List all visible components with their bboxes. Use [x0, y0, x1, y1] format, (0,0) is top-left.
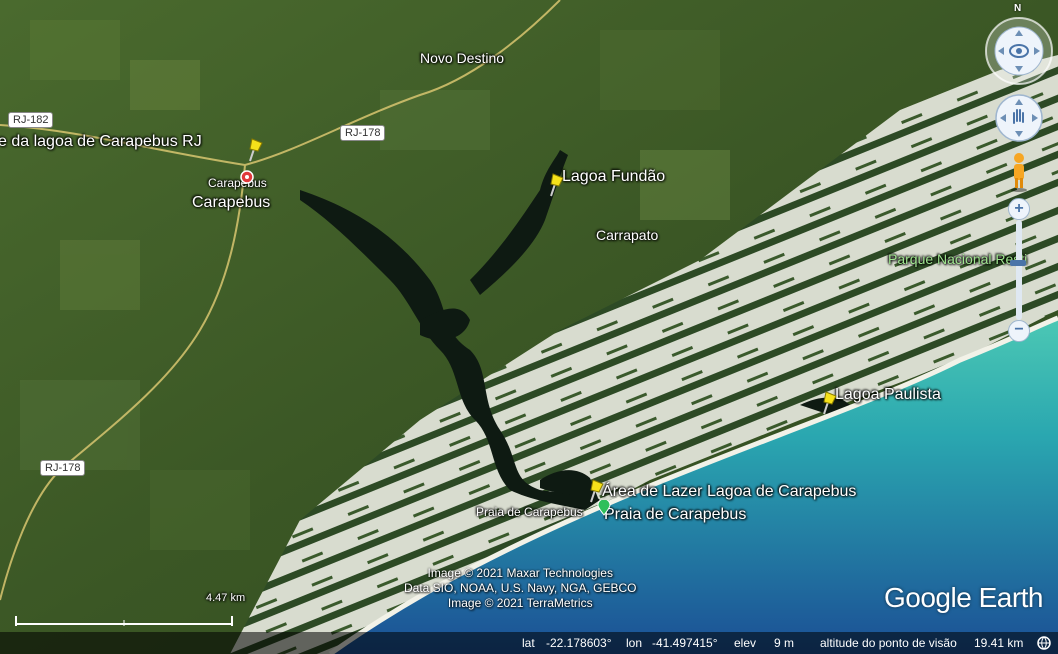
- credit-line-2: Data SIO, NOAA, U.S. Navy, NGA, GEBCO: [404, 581, 637, 595]
- zoom-out-button[interactable]: −: [1008, 320, 1030, 342]
- altitude-label: altitude do ponto de visão: [820, 636, 957, 650]
- move-joystick-icon[interactable]: [994, 93, 1044, 143]
- label-carapebus-town: Carapebus: [192, 194, 271, 211]
- label-praia-small: Praia de Carapebus: [476, 505, 583, 519]
- scale-label: 4.47 km: [206, 592, 246, 604]
- pushpin-icon[interactable]: [818, 390, 840, 416]
- compass-north-label: N: [1014, 3, 1022, 14]
- label-carrapato: Carrapato: [596, 227, 659, 243]
- zoom-in-button[interactable]: +: [1008, 198, 1030, 220]
- street-view-person-icon[interactable]: [1008, 152, 1030, 192]
- zoom-thumb[interactable]: [1010, 260, 1026, 266]
- altitude-value: 19.41 km: [974, 636, 1024, 650]
- label-praia-carapebus[interactable]: Praia de Carapebus: [604, 506, 746, 524]
- look-joystick-icon[interactable]: [984, 6, 1054, 86]
- road-shield-rj182: RJ-182: [8, 112, 54, 128]
- label-novo-destino: Novo Destino: [420, 50, 505, 66]
- credit-line-1: Image © 2021 Maxar Technologies: [427, 566, 613, 580]
- label-lagoa-paulista[interactable]: Lagoa Paulista: [835, 386, 941, 404]
- elev-label: elev: [734, 636, 757, 650]
- google-earth-logo: Google Earth: [884, 582, 1044, 613]
- pushpin-icon[interactable]: [244, 137, 266, 163]
- label-parque-nacional: Parque Nacional Resti: [888, 251, 1028, 267]
- status-bar: lat -22.178603° lon -41.497415° elev 9 m…: [0, 632, 1058, 654]
- zoom-slider[interactable]: + −: [1008, 198, 1030, 344]
- label-area-lazer[interactable]: Área de Lazer Lagoa de Carapebus: [602, 483, 856, 501]
- map-viewport[interactable]: RJ-182 RJ-178 RJ-178 Novo Destino e da l…: [0, 0, 1058, 654]
- road-shield-rj178-top: RJ-178: [340, 125, 386, 141]
- town-marker-icon[interactable]: [240, 170, 254, 184]
- lat-value: -22.178603°: [546, 636, 612, 650]
- streaming-indicator-icon: [1037, 636, 1051, 650]
- label-lagoa-carapebus-rj[interactable]: e da lagoa de Carapebus RJ: [0, 133, 202, 151]
- credit-line-3: Image © 2021 TerraMetrics: [447, 596, 593, 610]
- zoom-track[interactable]: [1016, 220, 1022, 320]
- lon-value: -41.497415°: [652, 636, 718, 650]
- elev-value: 9 m: [774, 636, 795, 650]
- label-lagoa-fundao[interactable]: Lagoa Fundão: [562, 168, 665, 186]
- satellite-imagery: [0, 0, 1058, 654]
- pushpin-icon[interactable]: [545, 172, 567, 198]
- compass-control[interactable]: N: [984, 3, 1054, 86]
- beach-marker-icon[interactable]: [597, 500, 611, 516]
- road-shield-rj178-bottom: RJ-178: [40, 460, 86, 476]
- lon-label: lon: [626, 636, 643, 650]
- lat-label: lat: [522, 636, 535, 650]
- imagery-credits: Image © 2021 Maxar Technologies Data SIO…: [404, 566, 637, 611]
- label-carapebus-small: Carapebus: [208, 176, 267, 190]
